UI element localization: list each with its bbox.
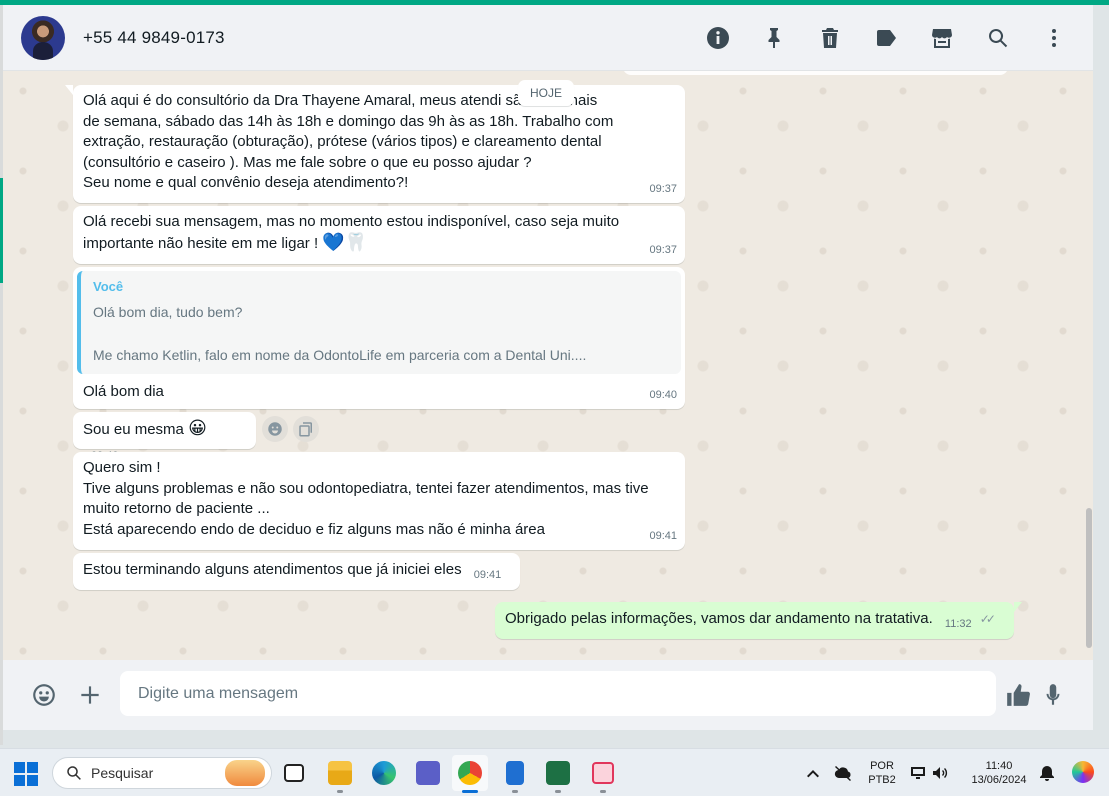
quoted-line: Me chamo Ketlin, falo em nome da OdontoL… [93, 346, 587, 363]
message-time: 09:37 [649, 243, 677, 256]
snipping-tool-icon[interactable] [585, 755, 621, 793]
input-language-indicator[interactable]: POR PTB2 [866, 759, 898, 787]
contact-avatar[interactable] [21, 15, 65, 60]
os-taskbar: Pesquisar POR PTB2 11:40 13/06/2024 [0, 748, 1109, 796]
copy-icon [299, 422, 312, 437]
notepad-icon[interactable] [497, 755, 533, 793]
message-text: Olá bom dia [83, 382, 164, 400]
network-icon[interactable] [910, 765, 928, 781]
search-icon[interactable] [981, 21, 1015, 55]
task-view-icon[interactable] [276, 755, 312, 791]
excel-icon[interactable] [540, 755, 576, 793]
bubble-tail [1014, 602, 1022, 612]
edge-browser-icon[interactable] [366, 755, 402, 791]
date-divider: HOJE [518, 80, 575, 106]
clock-date: 13/06/2024 [971, 774, 1027, 786]
search-highlight-image [225, 760, 265, 786]
emoji-icon [268, 422, 282, 436]
language-code: POR [870, 760, 894, 772]
chrome-browser-icon[interactable] [452, 755, 488, 793]
clock-time: 11:40 [985, 760, 1013, 772]
taskbar-search-label: Pesquisar [91, 765, 154, 781]
message-time: 09:40 [649, 388, 677, 401]
message-text: Sou eu mesma [83, 421, 184, 438]
message-time: 09:41 [473, 569, 502, 581]
quoted-line: Olá bom dia, tudo bem? [93, 303, 243, 320]
volume-icon[interactable] [932, 765, 950, 781]
system-clock[interactable]: 11:40 13/06/2024 [964, 759, 1034, 787]
previous-message-edge [623, 71, 1008, 75]
message-incoming[interactable]: Olá aqui é do consultório da Dra Thayene… [65, 85, 685, 203]
chat-header: +55 44 9849-0173 [3, 5, 1093, 71]
message-text: Obrigado pelas informações, vamos dar an… [505, 610, 933, 627]
message-incoming[interactable]: Estou terminando alguns atendimentos que… [73, 553, 520, 590]
search-icon [67, 766, 81, 780]
message-time: 09:41 [649, 529, 677, 542]
message-time: 09:37 [649, 182, 677, 195]
thumbs-up-icon[interactable] [1001, 678, 1035, 712]
microphone-icon[interactable] [1036, 678, 1070, 712]
taskbar-search[interactable]: Pesquisar [52, 757, 272, 789]
pin-icon[interactable] [757, 21, 791, 55]
teams-icon[interactable] [410, 755, 446, 791]
copy-message-button[interactable] [293, 416, 319, 442]
message-text: Estou terminando alguns atendimentos que… [83, 561, 462, 578]
keyboard-layout: PTB2 [868, 774, 896, 786]
attach-plus-icon[interactable] [73, 678, 107, 712]
message-incoming-reply[interactable]: Você Olá bom dia, tudo bem? Me chamo Ket… [73, 267, 685, 409]
header-actions [701, 5, 1071, 70]
store-icon[interactable] [925, 21, 959, 55]
contact-name[interactable]: +55 44 9849-0173 [83, 28, 225, 48]
message-text: Olá aqui é do consultório da Dra Thayene… [83, 92, 614, 191]
copilot-icon[interactable] [1072, 761, 1094, 783]
message-emoji: 😀 [188, 418, 207, 439]
label-icon[interactable] [869, 21, 903, 55]
notification-bell-icon[interactable] [1038, 765, 1056, 781]
message-incoming[interactable]: Quero sim ! Tive alguns problemas e não … [73, 452, 685, 550]
quoted-message[interactable]: Você Olá bom dia, tudo bem? Me chamo Ket… [77, 271, 681, 374]
message-incoming[interactable]: Sou eu mesma 😀 09:40 [73, 412, 256, 462]
scrollbar[interactable] [1085, 71, 1093, 660]
delete-icon[interactable] [813, 21, 847, 55]
info-icon[interactable] [701, 21, 735, 55]
cloud-sync-off-icon[interactable] [834, 765, 852, 781]
emoji-picker-icon[interactable] [27, 678, 61, 712]
file-explorer-icon[interactable] [322, 755, 358, 793]
message-incoming[interactable]: Olá recebi sua mensagem, mas no momento … [73, 206, 685, 264]
message-list[interactable]: HOJE Olá aqui é do consultório da Dra Th… [3, 71, 1093, 660]
message-input[interactable] [120, 671, 996, 716]
read-receipt-icon: ✓✓ [979, 612, 996, 626]
bubble-tail [65, 85, 73, 95]
windows-start-icon[interactable] [14, 762, 38, 786]
quoted-author: Você [93, 279, 124, 294]
message-composer [3, 660, 1093, 730]
menu-icon[interactable] [1037, 21, 1071, 55]
react-emoji-button[interactable] [262, 416, 288, 442]
message-emoji: 💙🦷 [322, 231, 368, 253]
scrollbar-thumb[interactable] [1086, 508, 1092, 648]
message-outgoing[interactable]: Obrigado pelas informações, vamos dar an… [495, 602, 1022, 639]
chevron-up-icon[interactable] [804, 765, 822, 781]
message-text: Quero sim ! Tive alguns problemas e não … [83, 459, 649, 538]
message-time: 11:32 [944, 618, 972, 630]
